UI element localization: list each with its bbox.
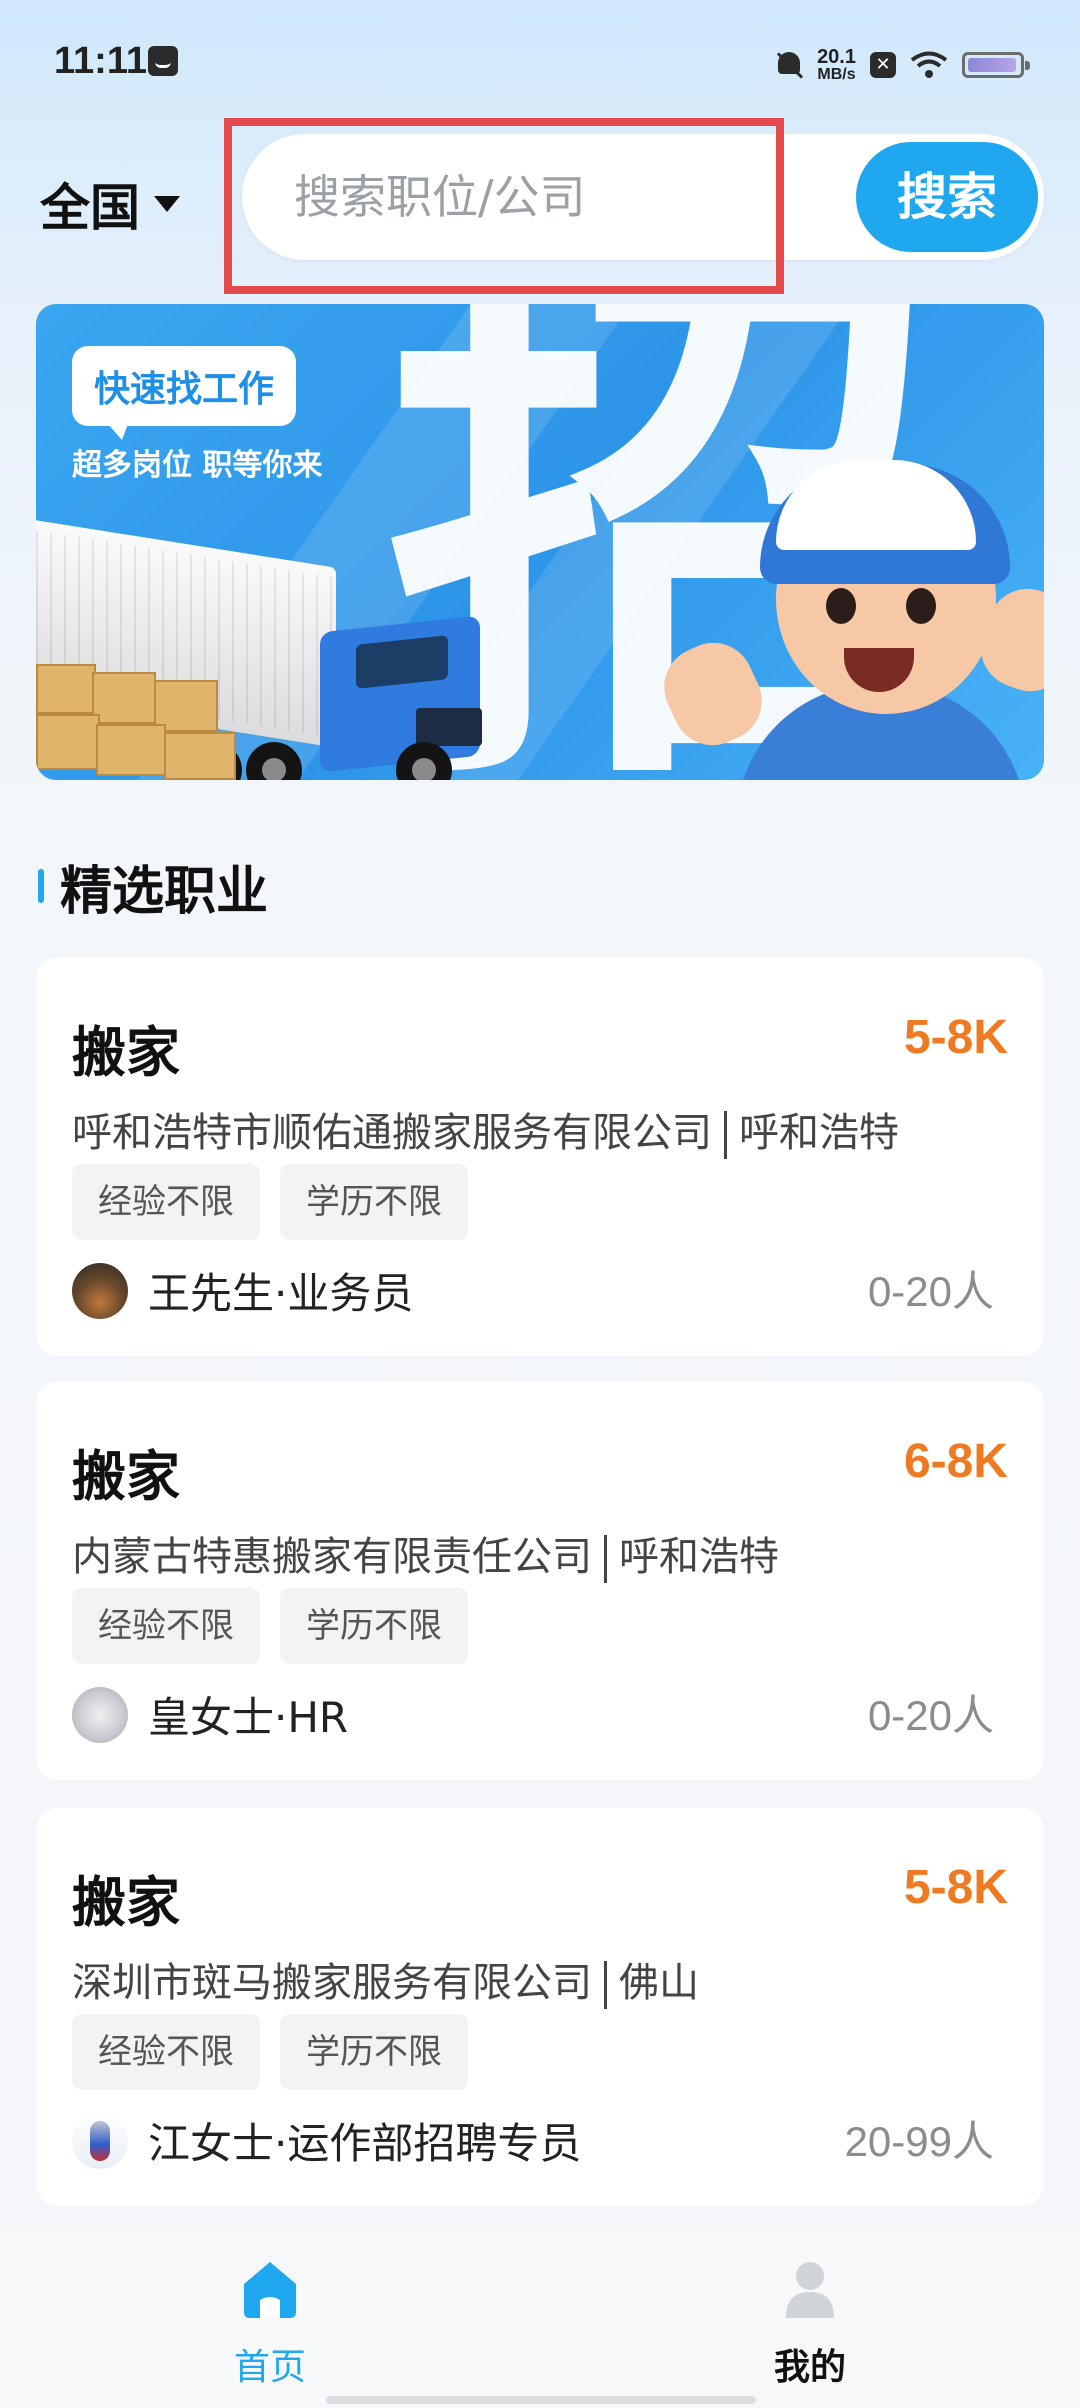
company-size: 20-99人 (844, 2118, 994, 2165)
job-title: 搬家 (72, 1021, 180, 1084)
job-card[interactable]: 搬家 6-8K 内蒙古特惠搬家有限责任公司 呼和浩特 经验不限 学历不限 皇女士·… (36, 1382, 1044, 1780)
recruiter-info: 王先生·业务员 (72, 1260, 413, 1321)
job-tags: 经验不限 学历不限 (72, 1164, 468, 1240)
job-card[interactable]: 搬家 5-8K 深圳市斑马搬家服务有限公司 佛山 经验不限 学历不限 江女士·运作… (36, 1808, 1044, 2206)
job-company-line: 内蒙古特惠搬家有限责任公司 呼和浩特 (72, 1524, 779, 1583)
recruiter-name: 王先生·业务员 (148, 1269, 414, 1318)
status-bar: 11:11 20.1 MB/s ✕ (0, 0, 1080, 120)
close-box-icon: ✕ (870, 52, 896, 78)
tag-experience: 经验不限 (72, 1164, 260, 1240)
avatar (72, 1262, 128, 1319)
network-speed: 20.1 MB/s (817, 47, 856, 83)
nav-label-home: 首页 (233, 2347, 306, 2388)
network-speed-value: 20.1 (817, 46, 856, 68)
job-card[interactable]: 搬家 5-8K 呼和浩特市顺佑通搬家服务有限公司 呼和浩特 经验不限 学历不限 王… (36, 958, 1044, 1356)
separator (604, 1535, 607, 1583)
cardboard-box (96, 724, 166, 776)
job-title: 搬家 (72, 1445, 180, 1508)
avatar (72, 2112, 128, 2169)
job-city: 呼和浩特 (619, 1534, 779, 1580)
job-tags: 经验不限 学历不限 (72, 1588, 468, 1664)
battery-icon (962, 52, 1030, 78)
network-speed-unit: MB/s (817, 66, 856, 83)
cardboard-box (36, 664, 96, 714)
promo-banner[interactable]: 招 快速找工作 超多岗位 职等你来 (36, 304, 1044, 780)
wifi-icon (910, 51, 948, 79)
recruiter-info: 江女士·运作部招聘专员 (72, 2110, 581, 2171)
job-tags: 经验不限 学历不限 (72, 2014, 468, 2090)
status-icons: 20.1 MB/s ✕ (775, 40, 1030, 90)
recruiter-name: 皇女士·HR (148, 1693, 349, 1742)
company-size: 0-20人 (867, 1692, 994, 1739)
job-city: 呼和浩特 (739, 1110, 899, 1156)
tag-education: 学历不限 (280, 1164, 468, 1240)
bell-muted-icon (775, 50, 803, 80)
bottom-nav: 首页 我的 (0, 2226, 1080, 2408)
section-accent-bar (38, 869, 44, 903)
cardboard-box (36, 714, 100, 770)
separator (724, 1111, 727, 1159)
job-salary: 6-8K (903, 1435, 1008, 1488)
mascot-eye (826, 588, 856, 624)
status-time: 11:11 (54, 40, 147, 82)
nav-label-mine: 我的 (773, 2347, 846, 2388)
cardboard-box (92, 672, 156, 724)
cardboard-box (164, 732, 236, 780)
location-selector[interactable]: 全国 (40, 168, 180, 240)
avatar (72, 1686, 128, 1743)
company-name: 呼和浩特市顺佑通搬家服务有限公司 (72, 1110, 712, 1156)
job-company-line: 深圳市斑马搬家服务有限公司 佛山 (72, 1950, 699, 2009)
separator (604, 1961, 607, 2009)
mascot-eye (906, 588, 936, 624)
message-icon (148, 46, 178, 76)
recruiter-info: 皇女士·HR (72, 1684, 348, 1745)
tag-education: 学历不限 (280, 1588, 468, 1664)
job-company-line: 呼和浩特市顺佑通搬家服务有限公司 呼和浩特 (72, 1100, 899, 1159)
company-size: 0-20人 (867, 1268, 994, 1315)
job-salary: 5-8K (903, 1011, 1008, 1064)
section-title-text: 精选职业 (60, 861, 269, 922)
home-indicator (326, 2396, 756, 2404)
user-icon (778, 2256, 842, 2320)
section-title: 精选职业 (38, 856, 268, 922)
company-name: 深圳市斑马搬家服务有限公司 (72, 1960, 592, 2006)
home-icon (238, 2256, 302, 2320)
company-name: 内蒙古特惠搬家有限责任公司 (72, 1534, 592, 1580)
nav-item-home[interactable]: 首页 (160, 2256, 380, 2396)
search-button[interactable]: 搜索 (856, 142, 1038, 252)
tag-experience: 经验不限 (72, 2014, 260, 2090)
job-city: 佛山 (619, 1960, 699, 2006)
recruiter-name: 江女士·运作部招聘专员 (148, 2119, 582, 2168)
caret-down-icon (154, 196, 180, 212)
banner-tag: 快速找工作 (72, 346, 297, 440)
job-title: 搬家 (72, 1871, 180, 1934)
tag-education: 学历不限 (280, 2014, 468, 2090)
job-salary: 5-8K (903, 1861, 1008, 1914)
location-label: 全国 (40, 179, 140, 237)
nav-item-mine[interactable]: 我的 (700, 2256, 920, 2396)
tag-experience: 经验不限 (72, 1588, 260, 1664)
search-input-highlight (224, 118, 784, 294)
banner-subtitle: 超多岗位 职等你来 (72, 448, 323, 483)
